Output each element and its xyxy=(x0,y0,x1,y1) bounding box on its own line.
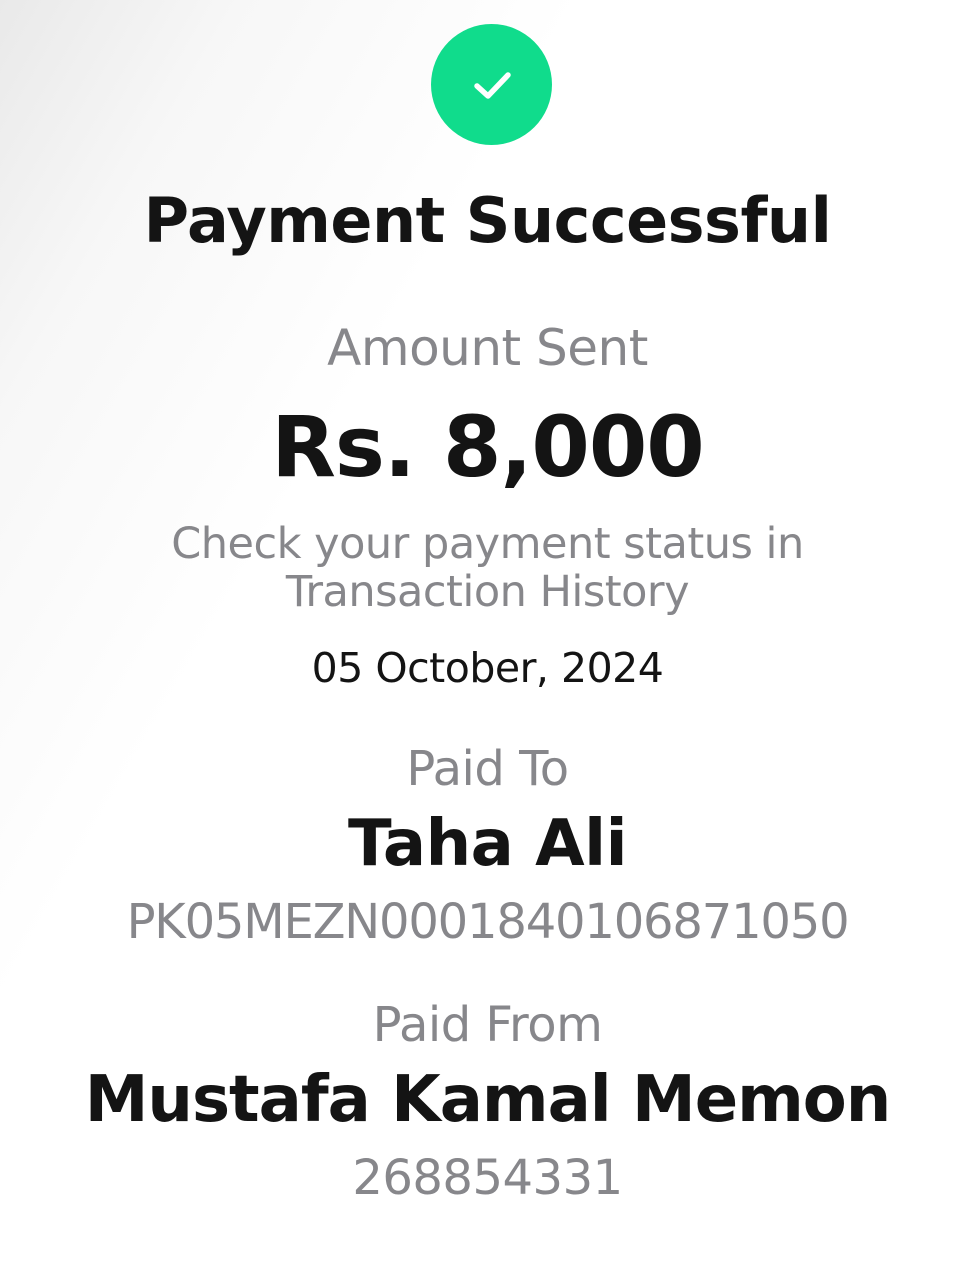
page-title: Payment Successful xyxy=(143,184,832,257)
payment-receipt-screen: Payment Successful Amount Sent Rs. 8,000… xyxy=(0,0,975,1280)
status-hint-line: Check your payment status in xyxy=(171,519,804,569)
status-hint: Check your payment status in Transaction… xyxy=(0,520,975,616)
status-hint-line: Transaction History xyxy=(285,567,690,617)
checkmark-icon xyxy=(473,71,511,99)
transaction-date: 05 October, 2024 xyxy=(311,644,664,692)
success-badge xyxy=(431,24,552,145)
amount-label: Amount Sent xyxy=(327,319,648,377)
paid-to-label: Paid To xyxy=(406,741,569,797)
amount-value: Rs. 8,000 xyxy=(271,398,705,496)
payer-account-number: 268854331 xyxy=(352,1150,623,1206)
payee-account-number: PK05MEZN0001840106871050 xyxy=(126,894,850,950)
payee-name: Taha Ali xyxy=(347,807,628,881)
paid-from-label: Paid From xyxy=(372,997,603,1053)
payer-name: Mustafa Kamal Memon xyxy=(84,1063,892,1137)
